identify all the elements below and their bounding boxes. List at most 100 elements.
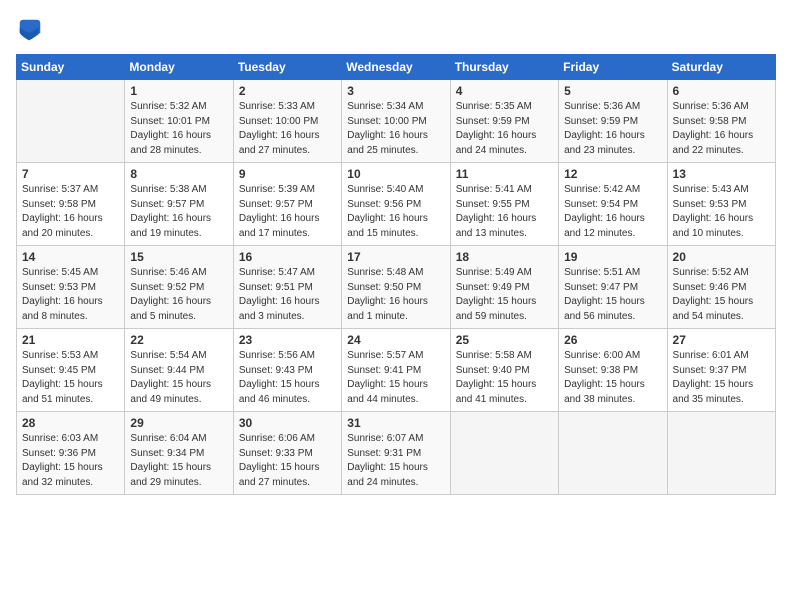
day-number: 6 <box>673 84 770 98</box>
day-number: 3 <box>347 84 444 98</box>
calendar-cell: 12 Sunrise: 5:42 AM Sunset: 9:54 PM Dayli… <box>559 163 667 246</box>
day-info: Sunrise: 6:04 AM Sunset: 9:34 PM Dayligh… <box>130 432 227 490</box>
calendar-cell <box>559 412 667 495</box>
day-info: Sunrise: 5:42 AM Sunset: 9:54 PM Dayligh… <box>564 183 661 241</box>
day-number: 29 <box>130 416 227 430</box>
day-number: 27 <box>673 333 770 347</box>
day-info: Sunrise: 5:57 AM Sunset: 9:41 PM Dayligh… <box>347 349 444 407</box>
day-info: Sunrise: 5:40 AM Sunset: 9:56 PM Dayligh… <box>347 183 444 241</box>
day-number: 18 <box>456 250 553 264</box>
calendar-cell: 26Sunrise: 6:00 AM Sunset: 9:38 PM Dayli… <box>559 329 667 412</box>
day-number: 30 <box>239 416 336 430</box>
calendar-cell: 31Sunrise: 6:07 AM Sunset: 9:31 PM Dayli… <box>342 412 450 495</box>
calendar-cell: 22Sunrise: 5:54 AM Sunset: 9:44 PM Dayli… <box>125 329 233 412</box>
day-info: Sunrise: 5:43 AM Sunset: 9:53 PM Dayligh… <box>673 183 770 241</box>
day-info: Sunrise: 5:45 AM Sunset: 9:53 PM Dayligh… <box>22 266 119 324</box>
day-number: 10 <box>347 167 444 181</box>
calendar-cell: 7 Sunrise: 5:37 AM Sunset: 9:58 PM Daylig… <box>17 163 125 246</box>
header <box>16 16 776 44</box>
calendar-cell: 24 Sunrise: 5:57 AM Sunset: 9:41 PM Dayli… <box>342 329 450 412</box>
calendar-cell: 9Sunrise: 5:39 AM Sunset: 9:57 PM Daylig… <box>233 163 341 246</box>
day-info: Sunrise: 6:06 AM Sunset: 9:33 PM Dayligh… <box>239 432 336 490</box>
day-number: 15 <box>130 250 227 264</box>
day-number: 22 <box>130 333 227 347</box>
calendar-cell: 5 Sunrise: 5:36 AM Sunset: 9:59 PM Daylig… <box>559 80 667 163</box>
day-number: 26 <box>564 333 661 347</box>
day-number: 4 <box>456 84 553 98</box>
day-info: Sunrise: 5:32 AM Sunset: 10:01 PM Daylig… <box>130 100 227 158</box>
calendar-cell: 18 Sunrise: 5:49 AM Sunset: 9:49 PM Dayli… <box>450 246 558 329</box>
day-info: Sunrise: 5:51 AM Sunset: 9:47 PM Dayligh… <box>564 266 661 324</box>
day-header: Monday <box>125 55 233 80</box>
day-number: 20 <box>673 250 770 264</box>
day-info: Sunrise: 5:36 AM Sunset: 9:59 PM Dayligh… <box>564 100 661 158</box>
day-number: 8 <box>130 167 227 181</box>
day-number: 5 <box>564 84 661 98</box>
calendar-cell: 15 Sunrise: 5:46 AM Sunset: 9:52 PM Dayli… <box>125 246 233 329</box>
calendar-cell: 23Sunrise: 5:56 AM Sunset: 9:43 PM Dayli… <box>233 329 341 412</box>
day-number: 13 <box>673 167 770 181</box>
calendar-cell <box>667 412 775 495</box>
logo <box>16 16 48 44</box>
calendar-cell: 1Sunrise: 5:32 AM Sunset: 10:01 PM Dayli… <box>125 80 233 163</box>
day-info: Sunrise: 6:01 AM Sunset: 9:37 PM Dayligh… <box>673 349 770 407</box>
day-info: Sunrise: 5:38 AM Sunset: 9:57 PM Dayligh… <box>130 183 227 241</box>
day-info: Sunrise: 5:46 AM Sunset: 9:52 PM Dayligh… <box>130 266 227 324</box>
calendar-cell: 21 Sunrise: 5:53 AM Sunset: 9:45 PM Dayli… <box>17 329 125 412</box>
day-number: 25 <box>456 333 553 347</box>
calendar-week-row: 28 Sunrise: 6:03 AM Sunset: 9:36 PM Dayli… <box>17 412 776 495</box>
day-number: 24 <box>347 333 444 347</box>
day-number: 19 <box>564 250 661 264</box>
day-info: Sunrise: 5:47 AM Sunset: 9:51 PM Dayligh… <box>239 266 336 324</box>
calendar-cell: 14 Sunrise: 5:45 AM Sunset: 9:53 PM Dayli… <box>17 246 125 329</box>
calendar-cell: 2 Sunrise: 5:33 AM Sunset: 10:00 PM Dayli… <box>233 80 341 163</box>
calendar-cell <box>450 412 558 495</box>
header-row: SundayMondayTuesdayWednesdayThursdayFrid… <box>17 55 776 80</box>
calendar-cell: 30 Sunrise: 6:06 AM Sunset: 9:33 PM Dayli… <box>233 412 341 495</box>
calendar-cell: 8 Sunrise: 5:38 AM Sunset: 9:57 PM Daylig… <box>125 163 233 246</box>
day-header: Saturday <box>667 55 775 80</box>
day-info: Sunrise: 5:35 AM Sunset: 9:59 PM Dayligh… <box>456 100 553 158</box>
calendar-cell <box>17 80 125 163</box>
day-number: 7 <box>22 167 119 181</box>
day-header: Tuesday <box>233 55 341 80</box>
day-header: Wednesday <box>342 55 450 80</box>
day-info: Sunrise: 5:36 AM Sunset: 9:58 PM Dayligh… <box>673 100 770 158</box>
calendar-cell: 16 Sunrise: 5:47 AM Sunset: 9:51 PM Dayli… <box>233 246 341 329</box>
calendar-cell: 3 Sunrise: 5:34 AM Sunset: 10:00 PM Dayli… <box>342 80 450 163</box>
day-info: Sunrise: 5:39 AM Sunset: 9:57 PM Dayligh… <box>239 183 336 241</box>
calendar-cell: 4 Sunrise: 5:35 AM Sunset: 9:59 PM Daylig… <box>450 80 558 163</box>
calendar-cell: 25Sunrise: 5:58 AM Sunset: 9:40 PM Dayli… <box>450 329 558 412</box>
day-number: 11 <box>456 167 553 181</box>
day-info: Sunrise: 5:33 AM Sunset: 10:00 PM Daylig… <box>239 100 336 158</box>
logo-icon <box>16 16 44 44</box>
day-number: 21 <box>22 333 119 347</box>
day-number: 17 <box>347 250 444 264</box>
day-number: 2 <box>239 84 336 98</box>
calendar-week-row: 1Sunrise: 5:32 AM Sunset: 10:01 PM Dayli… <box>17 80 776 163</box>
day-header: Friday <box>559 55 667 80</box>
day-number: 12 <box>564 167 661 181</box>
day-header: Thursday <box>450 55 558 80</box>
day-number: 16 <box>239 250 336 264</box>
day-info: Sunrise: 6:03 AM Sunset: 9:36 PM Dayligh… <box>22 432 119 490</box>
calendar-cell: 13 Sunrise: 5:43 AM Sunset: 9:53 PM Dayli… <box>667 163 775 246</box>
day-number: 23 <box>239 333 336 347</box>
calendar-cell: 17 Sunrise: 5:48 AM Sunset: 9:50 PM Dayli… <box>342 246 450 329</box>
day-info: Sunrise: 5:53 AM Sunset: 9:45 PM Dayligh… <box>22 349 119 407</box>
day-info: Sunrise: 5:52 AM Sunset: 9:46 PM Dayligh… <box>673 266 770 324</box>
day-info: Sunrise: 5:49 AM Sunset: 9:49 PM Dayligh… <box>456 266 553 324</box>
calendar-week-row: 7 Sunrise: 5:37 AM Sunset: 9:58 PM Daylig… <box>17 163 776 246</box>
calendar-cell: 27 Sunrise: 6:01 AM Sunset: 9:37 PM Dayli… <box>667 329 775 412</box>
day-number: 14 <box>22 250 119 264</box>
day-header: Sunday <box>17 55 125 80</box>
day-info: Sunrise: 5:34 AM Sunset: 10:00 PM Daylig… <box>347 100 444 158</box>
calendar-cell: 19 Sunrise: 5:51 AM Sunset: 9:47 PM Dayli… <box>559 246 667 329</box>
day-info: Sunrise: 5:48 AM Sunset: 9:50 PM Dayligh… <box>347 266 444 324</box>
calendar-week-row: 14 Sunrise: 5:45 AM Sunset: 9:53 PM Dayli… <box>17 246 776 329</box>
calendar-cell: 6 Sunrise: 5:36 AM Sunset: 9:58 PM Daylig… <box>667 80 775 163</box>
calendar-week-row: 21 Sunrise: 5:53 AM Sunset: 9:45 PM Dayli… <box>17 329 776 412</box>
day-number: 28 <box>22 416 119 430</box>
day-info: Sunrise: 5:41 AM Sunset: 9:55 PM Dayligh… <box>456 183 553 241</box>
day-info: Sunrise: 5:37 AM Sunset: 9:58 PM Dayligh… <box>22 183 119 241</box>
